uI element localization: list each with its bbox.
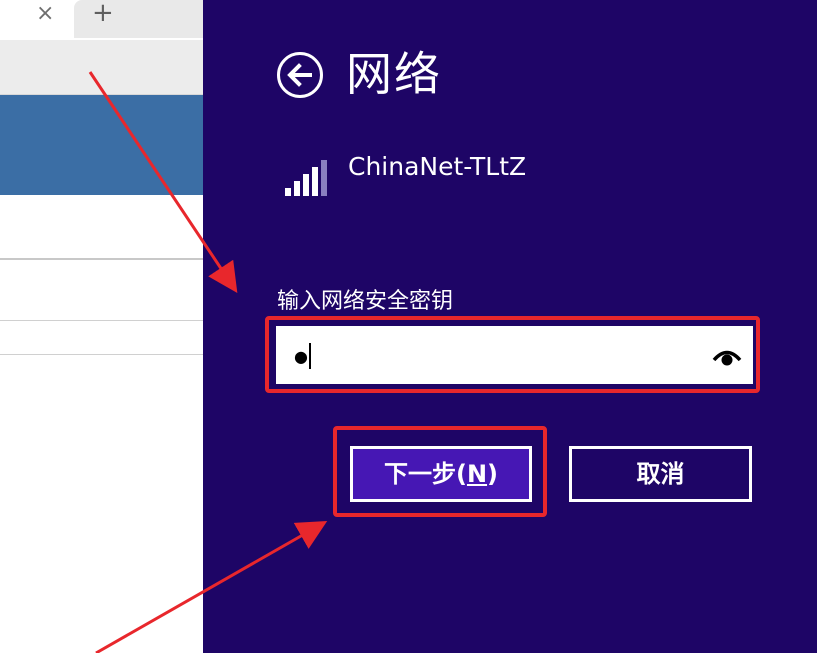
page-divider xyxy=(0,320,203,321)
arrow-left-circle-icon xyxy=(287,63,312,87)
back-button[interactable] xyxy=(277,52,323,98)
new-tab-plus-icon[interactable]: + xyxy=(92,0,114,26)
tab-close-icon[interactable]: × xyxy=(36,2,54,26)
network-ssid: ChinaNet-TLtZ xyxy=(348,152,527,181)
security-key-label: 输入网络安全密钥 xyxy=(277,289,454,314)
page-divider xyxy=(0,258,203,260)
page-divider xyxy=(0,354,203,355)
wifi-signal-icon xyxy=(285,158,331,196)
cancel-button-label: 取消 xyxy=(636,460,685,488)
browser-tab-strip: × + xyxy=(0,0,214,40)
background-browser-window: × + xyxy=(0,0,214,653)
web-page-banner xyxy=(0,95,203,195)
annotation-highlight-input xyxy=(265,316,760,393)
panel-title: 网络 xyxy=(346,47,442,101)
annotation-highlight-next xyxy=(333,426,547,517)
cancel-button[interactable]: 取消 xyxy=(569,446,752,502)
browser-address-bar[interactable] xyxy=(0,40,203,95)
